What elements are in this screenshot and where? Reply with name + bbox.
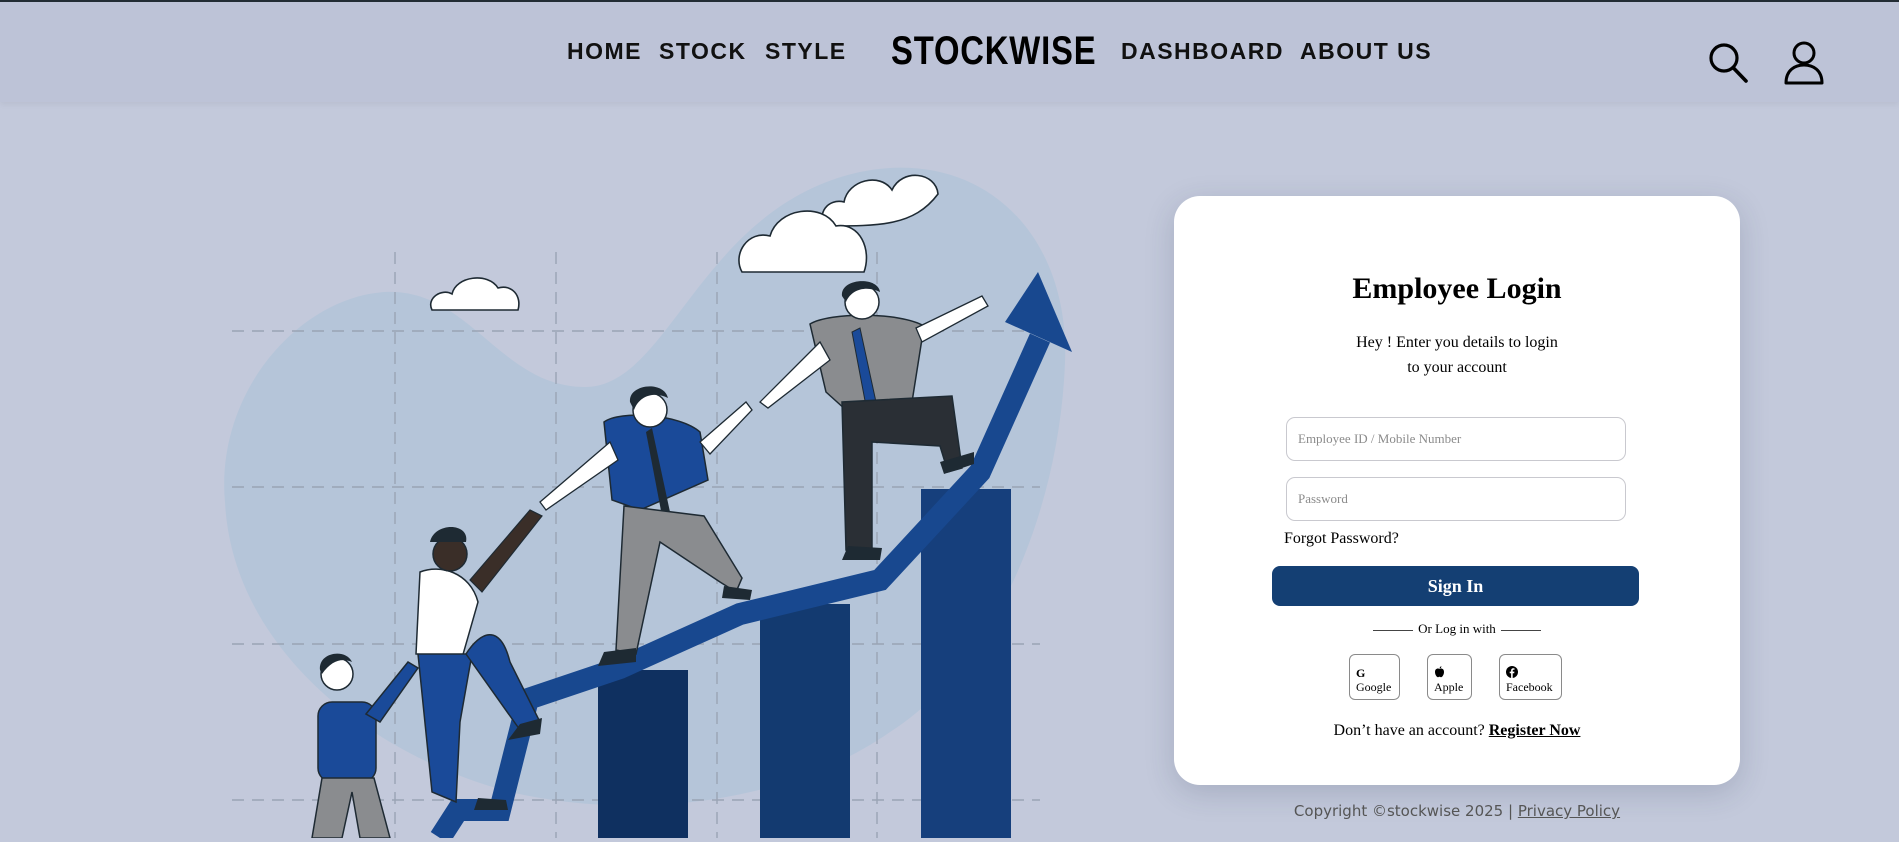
nav-stock[interactable]: STOCK bbox=[659, 38, 747, 65]
nav-style[interactable]: STYLE bbox=[765, 38, 847, 65]
password-input[interactable] bbox=[1286, 477, 1626, 521]
search-icon[interactable] bbox=[1707, 40, 1749, 84]
copyright-text: Copyright ©stockwise 2025 | bbox=[1293, 802, 1514, 820]
brand-logo[interactable]: STOCKWISE bbox=[891, 29, 1096, 74]
bar-2 bbox=[760, 604, 850, 838]
login-card: Employee Login Hey ! Enter you details t… bbox=[1174, 196, 1740, 785]
nav-dashboard[interactable]: DASHBOARD bbox=[1121, 38, 1284, 65]
sign-in-button[interactable]: Sign In bbox=[1272, 566, 1639, 606]
bar-1 bbox=[598, 670, 688, 838]
nav-home[interactable]: HOME bbox=[567, 38, 642, 65]
forgot-password-link[interactable]: Forgot Password? bbox=[1284, 530, 1399, 548]
google-icon: G bbox=[1356, 665, 1366, 680]
facebook-icon bbox=[1506, 665, 1555, 680]
footer: Copyright ©stockwise 2025 | Privacy Poli… bbox=[1174, 802, 1740, 820]
apple-label: Apple bbox=[1434, 679, 1464, 694]
google-login-button[interactable]: G Google bbox=[1349, 654, 1400, 700]
login-title: Employee Login bbox=[1352, 272, 1562, 305]
register-row: Don’t have an account? Register Now bbox=[1174, 722, 1740, 740]
hero-illustration bbox=[0, 102, 1100, 842]
cloud-small bbox=[429, 277, 520, 311]
user-icon[interactable] bbox=[1783, 40, 1825, 86]
privacy-policy-link[interactable]: Privacy Policy bbox=[1518, 802, 1620, 820]
divider-line-right bbox=[1500, 629, 1541, 631]
apple-login-button[interactable]: Apple bbox=[1427, 654, 1472, 700]
or-login-with-divider: Or Log in with bbox=[1174, 621, 1740, 637]
employee-id-input[interactable] bbox=[1286, 417, 1626, 461]
divider-line-left bbox=[1373, 629, 1414, 631]
nav-about-us[interactable]: ABOUT US bbox=[1300, 38, 1432, 65]
bar-3 bbox=[921, 489, 1011, 838]
or-login-with-text: Or Log in with bbox=[1418, 621, 1496, 636]
login-subtitle: Hey ! Enter you details to login to your… bbox=[1174, 330, 1740, 380]
no-account-text: Don’t have an account? bbox=[1333, 722, 1485, 739]
login-subtitle-line-1: Hey ! Enter you details to login bbox=[1356, 334, 1558, 351]
google-label: Google bbox=[1356, 679, 1392, 694]
facebook-label: Facebook bbox=[1506, 679, 1553, 694]
facebook-login-button[interactable]: Facebook bbox=[1499, 654, 1562, 700]
top-navigation-bar: HOME STOCK STYLE STOCKWISE DASHBOARD ABO… bbox=[0, 0, 1899, 102]
login-subtitle-line-2: to your account bbox=[1407, 359, 1507, 376]
apple-icon bbox=[1434, 665, 1465, 680]
register-now-link[interactable]: Register Now bbox=[1489, 722, 1581, 739]
